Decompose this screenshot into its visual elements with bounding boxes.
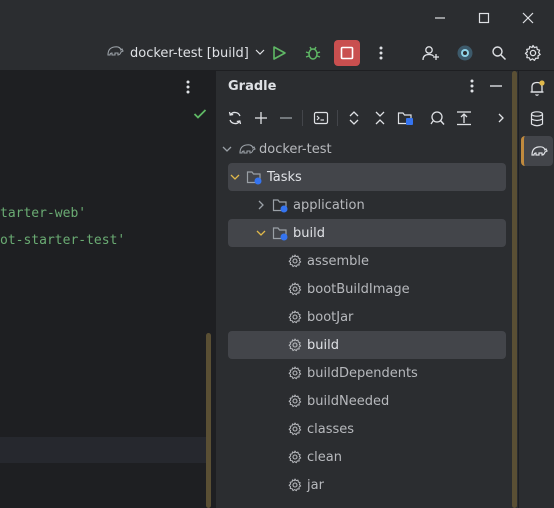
no-problems-check-icon[interactable] — [193, 108, 207, 124]
execute-task-icon[interactable] — [309, 106, 333, 130]
more-chevron-icon[interactable] — [489, 106, 513, 130]
tree-node-task[interactable]: bootBuildImage — [228, 275, 506, 303]
tree-node-label: buildDependents — [307, 365, 418, 381]
tree-node-task[interactable]: buildNeeded — [228, 387, 506, 415]
chevron-right-icon[interactable] — [254, 200, 268, 210]
gear-icon — [286, 448, 304, 466]
gradle-tool-window: Gradle docker-test Tasks application bui… — [215, 71, 518, 508]
toolbar-separator — [337, 110, 338, 126]
gradle-elephant-icon — [238, 140, 256, 158]
tree-node-label: build — [307, 337, 339, 353]
add-icon[interactable] — [249, 106, 273, 130]
tree-node-label: Tasks — [267, 169, 302, 185]
ai-assistant-icon[interactable] — [452, 40, 478, 66]
add-user-icon[interactable] — [418, 40, 444, 66]
gear-icon — [286, 392, 304, 410]
tree-node-task[interactable]: jar — [228, 471, 506, 499]
gear-icon — [286, 280, 304, 298]
tree-node-task[interactable]: assemble — [228, 247, 506, 275]
current-line-highlight — [0, 437, 206, 463]
gear-icon — [286, 252, 304, 270]
tree-node-task[interactable]: buildDependents — [228, 359, 506, 387]
close-icon[interactable] — [516, 6, 540, 30]
run-configuration-label: docker-test [build] — [130, 45, 249, 61]
run-icon[interactable] — [266, 40, 292, 66]
code-line: tarter-web' — [0, 206, 87, 221]
editor-more-icon[interactable] — [186, 79, 190, 99]
panel-title: Gradle — [228, 79, 277, 94]
tree-node-label: classes — [307, 421, 355, 437]
tree-node-task[interactable]: clean — [228, 443, 506, 471]
debug-icon[interactable] — [300, 40, 326, 66]
gear-icon — [286, 364, 304, 382]
tree-node-tasks[interactable]: Tasks — [228, 163, 506, 191]
remove-icon[interactable] — [274, 106, 298, 130]
minimize-icon[interactable] — [428, 6, 452, 30]
tree-node-application[interactable]: application — [254, 191, 506, 219]
show-settings-icon[interactable] — [452, 106, 476, 130]
tree-node-label: bootBuildImage — [307, 281, 410, 297]
gear-icon — [286, 308, 304, 326]
tree-node-task[interactable]: classes — [228, 415, 506, 443]
analyze-dependencies-icon[interactable] — [425, 106, 449, 130]
title-bar: docker-test [build] — [0, 0, 554, 70]
notifications-icon[interactable] — [521, 73, 553, 103]
editor-scrollbar[interactable] — [206, 333, 211, 508]
tree-node-label: docker-test — [259, 141, 332, 157]
tree-node-label: assemble — [307, 253, 370, 269]
tree-node-task[interactable]: build — [228, 331, 506, 359]
chevron-down-icon[interactable] — [254, 228, 268, 238]
stop-icon[interactable] — [334, 40, 360, 66]
tree-node-label: build — [293, 225, 325, 241]
tree-node-label: buildNeeded — [307, 393, 390, 409]
task-folder-icon — [272, 224, 290, 242]
chevron-down-icon[interactable] — [228, 172, 242, 182]
maximize-icon[interactable] — [472, 6, 496, 30]
hide-panel-icon[interactable] — [486, 76, 506, 96]
panel-scrollbar[interactable] — [512, 71, 517, 508]
panel-options-icon[interactable] — [462, 76, 482, 96]
tree-node-label: application — [293, 197, 365, 213]
task-folder-icon — [246, 168, 264, 186]
run-configuration-selector[interactable]: docker-test [build] — [106, 41, 265, 65]
reload-icon[interactable] — [223, 106, 247, 130]
right-tool-stripe — [518, 71, 554, 508]
code-line: ot-starter-test' — [0, 233, 126, 248]
task-folder-icon — [272, 196, 290, 214]
tree-node-label: clean — [307, 449, 342, 465]
chevron-down-icon[interactable] — [220, 144, 234, 154]
collapse-all-icon[interactable] — [368, 106, 392, 130]
gear-icon — [286, 420, 304, 438]
more-vertical-icon[interactable] — [368, 40, 394, 66]
gear-icon — [286, 336, 304, 354]
link-project-icon[interactable] — [394, 106, 418, 130]
search-icon[interactable] — [486, 40, 512, 66]
tree-node-label: bootJar — [307, 309, 354, 325]
toolbar-separator — [302, 110, 303, 126]
database-icon[interactable] — [521, 104, 553, 134]
gear-icon — [286, 476, 304, 494]
expand-all-icon[interactable] — [342, 106, 366, 130]
gradle-elephant-icon[interactable] — [521, 136, 553, 166]
settings-icon[interactable] — [520, 40, 546, 66]
tree-node-build-group[interactable]: build — [228, 219, 506, 247]
gradle-elephant-icon — [106, 44, 124, 62]
tree-node-label: jar — [307, 477, 324, 493]
tree-node-root[interactable]: docker-test — [220, 135, 498, 163]
code-editor[interactable]: tarter-web' ot-starter-test' — [0, 71, 215, 508]
chevron-down-icon — [255, 46, 265, 61]
tree-node-task[interactable]: bootJar — [228, 303, 506, 331]
